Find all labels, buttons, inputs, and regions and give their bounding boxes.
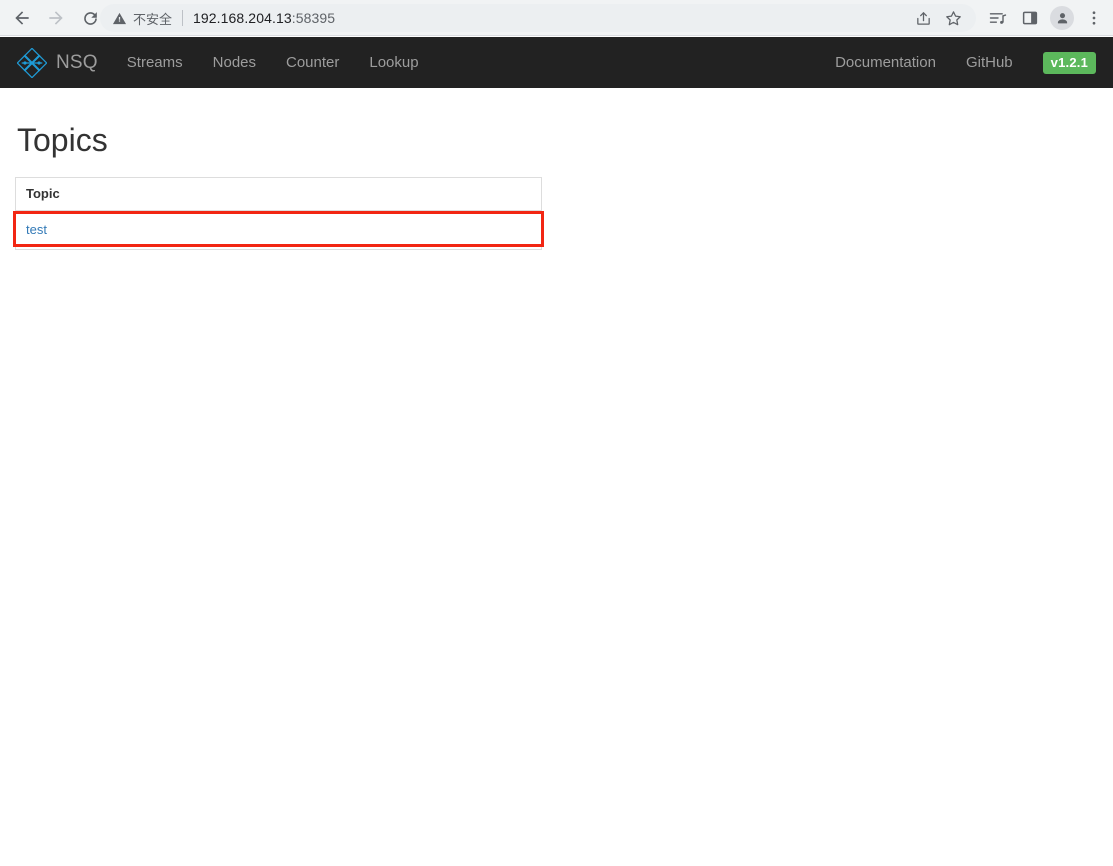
nsq-diamond-logo-icon (17, 47, 47, 78)
side-panel-icon[interactable] (1015, 4, 1045, 32)
forward-arrow-icon (49, 11, 63, 25)
browser-toolbar: 不安全 192.168.204.13:58395 (0, 0, 1113, 36)
nav-link-streams[interactable]: Streams (112, 37, 198, 88)
omnibox-divider (182, 10, 184, 26)
table-cell-topic: test (15, 210, 542, 251)
topic-link-test[interactable]: test (26, 222, 47, 237)
profile-avatar-icon[interactable] (1050, 6, 1074, 30)
table-header-row: Topic (15, 177, 542, 212)
topics-table-container: Topic test (13, 177, 544, 251)
media-playlist-icon[interactable] (983, 4, 1013, 32)
topics-table: Topic test (15, 177, 542, 251)
security-status[interactable]: 不安全 (112, 9, 172, 28)
nav-link-counter[interactable]: Counter (271, 37, 354, 88)
nsq-navbar: NSQ Streams Nodes Counter Lookup Documen… (0, 37, 1113, 88)
address-bar[interactable]: 不安全 192.168.204.13:58395 (100, 4, 976, 32)
security-status-label: 不安全 (133, 11, 173, 27)
nav-link-github[interactable]: GitHub (951, 37, 1028, 88)
back-arrow-icon (15, 11, 29, 25)
nav-link-nodes[interactable]: Nodes (198, 37, 271, 88)
omnibox-actions (910, 5, 972, 31)
brand-home-link[interactable]: NSQ (0, 37, 112, 88)
share-icon[interactable] (910, 5, 936, 31)
nav-links: Streams Nodes Counter Lookup (112, 37, 434, 88)
reload-icon (83, 11, 97, 25)
brand-label: NSQ (56, 51, 98, 73)
browser-toolbar-actions (983, 4, 1109, 32)
url-host: 192.168.204.13 (193, 10, 292, 26)
table-row[interactable]: test (15, 210, 542, 251)
nav-link-lookup[interactable]: Lookup (354, 37, 433, 88)
bookmark-star-icon[interactable] (940, 5, 966, 31)
forward-button[interactable] (42, 4, 70, 32)
version-badge: v1.2.1 (1042, 51, 1096, 74)
topics-table-body: test (15, 210, 542, 251)
column-header-topic: Topic (15, 177, 542, 212)
back-button[interactable] (8, 4, 36, 32)
nav-link-documentation[interactable]: Documentation (820, 37, 951, 88)
page-title: Topics (17, 122, 108, 158)
topics-table-head: Topic (15, 177, 542, 212)
more-menu-icon[interactable] (1079, 4, 1109, 32)
nav-links-right: Documentation GitHub v1.2.1 (820, 37, 1113, 88)
warning-triangle-icon (112, 12, 127, 24)
page-content: Topics Topic test (0, 88, 1113, 251)
url-text: 192.168.204.13:58395 (193, 10, 335, 26)
url-port: :58395 (291, 10, 336, 26)
